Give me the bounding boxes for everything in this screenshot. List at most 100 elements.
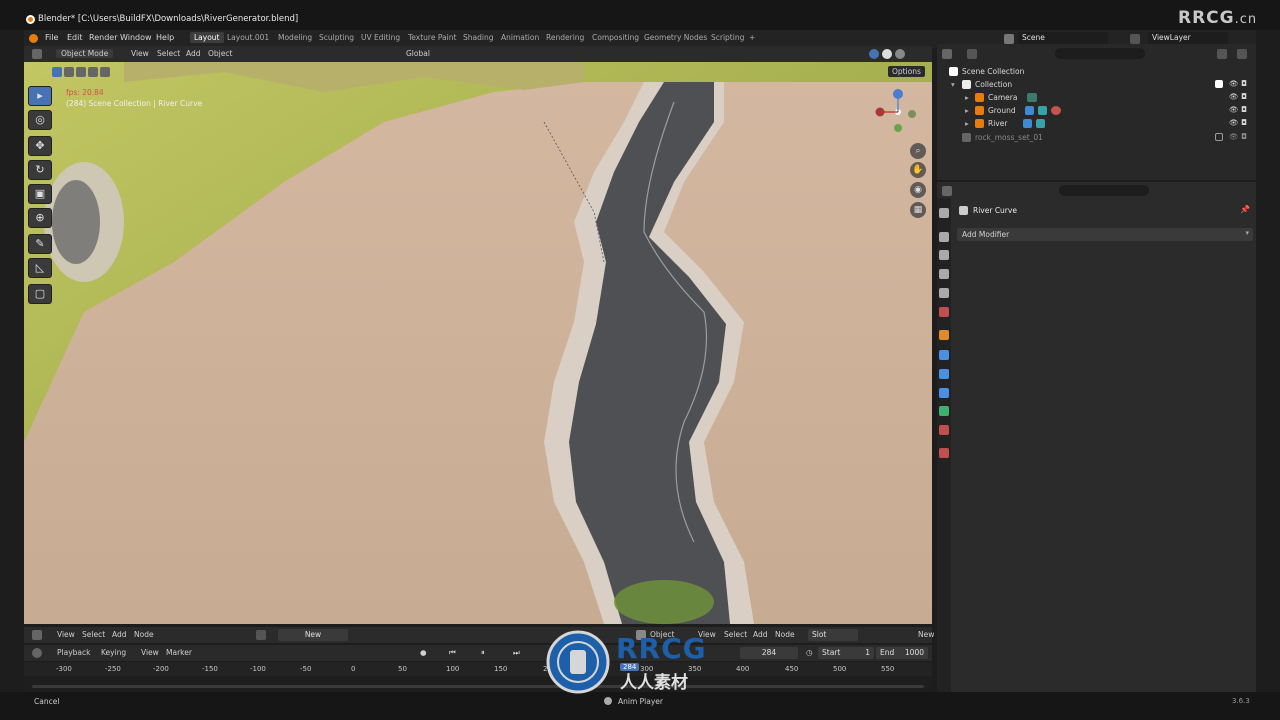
- viewport-menu-select[interactable]: Select: [157, 49, 180, 58]
- timeline-menu-view[interactable]: View: [141, 648, 159, 657]
- timeline-ruler[interactable]: -300 -250 -200 -150 -100 -50 0 50 100 15…: [24, 662, 932, 676]
- timeline-menu-keying[interactable]: Keying: [101, 648, 126, 657]
- properties-search-input[interactable]: [1059, 185, 1149, 196]
- expand-chevron-icon[interactable]: ▸: [965, 93, 969, 102]
- material-tab-icon[interactable]: [939, 425, 949, 435]
- collection-checkbox-icon[interactable]: [1215, 133, 1223, 141]
- scale-tool-icon[interactable]: ▣: [28, 184, 52, 204]
- selection-mode-icons[interactable]: [52, 66, 112, 78]
- tool-tab-icon[interactable]: [939, 208, 949, 218]
- timeline-scrollbar[interactable]: [32, 685, 924, 688]
- editor-type-icon[interactable]: [32, 49, 42, 59]
- camera-render-icon[interactable]: ◘: [1241, 79, 1247, 88]
- viewport-options-button[interactable]: Options: [888, 66, 925, 77]
- menu-file[interactable]: File: [45, 33, 58, 42]
- shading-rendered-icon[interactable]: [895, 49, 905, 59]
- move-tool-icon[interactable]: ✥: [28, 136, 52, 156]
- pause-icon[interactable]: ⏸: [481, 648, 485, 658]
- tab-layout-001[interactable]: Layout.001: [227, 33, 269, 42]
- cursor-tool-icon[interactable]: ◎: [28, 110, 52, 130]
- properties-editor-icon[interactable]: [942, 186, 952, 196]
- select-tool-icon[interactable]: ▸: [28, 86, 52, 106]
- object-tab-icon[interactable]: [939, 330, 949, 340]
- outliner-row-river[interactable]: ▸ River 👁 ◘: [937, 118, 1256, 131]
- editor-type-icon[interactable]: [32, 648, 42, 658]
- expand-chevron-icon[interactable]: ▸: [965, 106, 969, 115]
- navigation-gizmo[interactable]: [868, 84, 924, 140]
- menu-render[interactable]: Render: [89, 33, 117, 42]
- record-icon[interactable]: ●: [420, 648, 427, 657]
- rotate-tool-icon[interactable]: ↻: [28, 160, 52, 180]
- transform-tool-icon[interactable]: ⊕: [28, 208, 52, 228]
- scene-tab-icon[interactable]: [939, 288, 949, 298]
- tab-animation[interactable]: Animation: [501, 33, 539, 42]
- node-menu-add-right[interactable]: Add: [753, 630, 768, 639]
- node-menu-select[interactable]: Select: [82, 630, 105, 639]
- texture-tab-icon[interactable]: [939, 448, 949, 458]
- annotate-tool-icon[interactable]: ✎: [28, 234, 52, 254]
- end-frame-field[interactable]: End 1000: [876, 647, 928, 659]
- outliner-row-collection[interactable]: ▾ Collection 👁 ◘: [937, 79, 1256, 92]
- outliner-search-input[interactable]: [1055, 48, 1145, 59]
- select-extend-icon[interactable]: [64, 67, 74, 77]
- blender-menu-icon[interactable]: [29, 34, 38, 43]
- tab-texture-paint[interactable]: Texture Paint: [408, 33, 456, 42]
- node-tree-type-icon[interactable]: [256, 630, 266, 640]
- shading-solid-icon[interactable]: [869, 49, 879, 59]
- scene-selector[interactable]: Scene: [1018, 32, 1108, 44]
- perspective-grid-icon[interactable]: ▦: [910, 202, 926, 218]
- measure-tool-icon[interactable]: ◺: [28, 258, 52, 278]
- modifier-tab-icon[interactable]: [939, 350, 949, 360]
- select-box-icon[interactable]: [52, 67, 62, 77]
- axis-gizmo-icon[interactable]: [868, 84, 924, 140]
- filter-icon[interactable]: [1217, 49, 1227, 59]
- outliner-row-camera[interactable]: ▸ Camera 👁 ◘: [937, 92, 1256, 105]
- add-workspace-button[interactable]: +: [749, 33, 755, 42]
- render-tab-icon[interactable]: [939, 232, 949, 242]
- outliner-editor-icon[interactable]: [942, 49, 952, 59]
- add-modifier-button[interactable]: Add Modifier ▾: [957, 228, 1253, 241]
- editor-type-icon[interactable]: [32, 630, 42, 640]
- world-tab-icon[interactable]: [939, 307, 949, 317]
- current-frame-field[interactable]: 284: [740, 647, 798, 659]
- menu-edit[interactable]: Edit: [67, 33, 83, 42]
- collection-checkbox-icon[interactable]: [1215, 80, 1223, 88]
- expand-chevron-icon[interactable]: ▾: [951, 80, 955, 89]
- zoom-icon[interactable]: ⌕: [910, 143, 926, 159]
- tab-scripting[interactable]: Scripting: [711, 33, 744, 42]
- node-menu-add[interactable]: Add: [112, 630, 127, 639]
- outliner-row-scene-collection[interactable]: Scene Collection: [937, 66, 1256, 79]
- jump-start-icon[interactable]: ⏮: [449, 648, 456, 658]
- curve-data-tab-icon[interactable]: [939, 406, 949, 416]
- eye-icon[interactable]: 👁: [1229, 105, 1239, 114]
- node-menu-node-right[interactable]: Node: [775, 630, 795, 639]
- tab-geometry-nodes[interactable]: Geometry Nodes: [644, 33, 707, 42]
- start-frame-field[interactable]: Start 1: [818, 647, 874, 659]
- timeline-track-area[interactable]: [24, 676, 932, 692]
- timeline-menu-marker[interactable]: Marker: [166, 648, 192, 657]
- camera-view-icon[interactable]: ◉: [910, 182, 926, 198]
- new-node-tree-button[interactable]: New: [278, 629, 348, 641]
- node-menu-view[interactable]: View: [57, 630, 75, 639]
- tab-modeling[interactable]: Modeling: [278, 33, 312, 42]
- expand-chevron-icon[interactable]: ▸: [965, 119, 969, 128]
- new-material-button[interactable]: New: [918, 630, 934, 639]
- tab-uv-editing[interactable]: UV Editing: [361, 33, 400, 42]
- particles-tab-icon[interactable]: [939, 369, 949, 379]
- close-icon[interactable]: [604, 697, 612, 705]
- node-menu-node[interactable]: Node: [134, 630, 154, 639]
- eye-icon[interactable]: 👁: [1229, 118, 1239, 127]
- tab-compositing[interactable]: Compositing: [592, 33, 639, 42]
- select-intersect-icon[interactable]: [100, 67, 110, 77]
- jump-end-icon[interactable]: ⏭: [513, 648, 520, 658]
- view-layer-tab-icon[interactable]: [939, 269, 949, 279]
- add-cube-tool-icon[interactable]: ▢: [28, 284, 52, 304]
- transform-orientation[interactable]: Global: [406, 49, 430, 58]
- select-subtract-icon[interactable]: [76, 67, 86, 77]
- output-tab-icon[interactable]: [939, 250, 949, 260]
- physics-tab-icon[interactable]: [939, 388, 949, 398]
- select-invert-icon[interactable]: [88, 67, 98, 77]
- menu-window[interactable]: Window: [120, 33, 152, 42]
- display-mode-icon[interactable]: [967, 49, 977, 59]
- viewport-menu-view[interactable]: View: [131, 49, 149, 58]
